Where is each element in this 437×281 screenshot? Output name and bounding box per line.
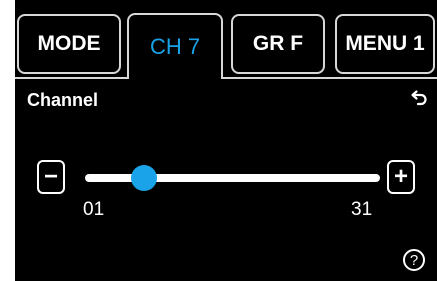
tab-menu[interactable]: MENU 1 xyxy=(335,14,435,74)
tab-group[interactable]: GR F xyxy=(231,14,325,74)
help-button[interactable]: ? xyxy=(403,249,425,271)
tab-mode-label: MODE xyxy=(37,32,101,55)
channel-slider-track[interactable] xyxy=(85,165,380,191)
back-button[interactable] xyxy=(407,87,431,111)
decrement-button[interactable]: − xyxy=(37,160,65,194)
slider-min-label: 01 xyxy=(83,199,105,220)
tab-underline xyxy=(223,77,437,79)
tab-channel[interactable]: CH 7 xyxy=(127,13,223,79)
tab-mode[interactable]: MODE xyxy=(17,14,121,74)
slider-max-label: 31 xyxy=(351,199,373,220)
increment-button[interactable]: + xyxy=(387,160,415,194)
page-title: Channel xyxy=(27,90,99,110)
tab-menu-label: MENU 1 xyxy=(345,32,425,55)
back-arrow-icon xyxy=(411,90,427,106)
tab-underline xyxy=(15,77,127,79)
tab-channel-label: CH 7 xyxy=(149,34,201,59)
device-screen: MODE CH 7 GR F MENU 1 Channel − + 01 31 … xyxy=(15,0,437,281)
channel-slider-thumb[interactable] xyxy=(131,165,157,191)
help-icon: ? xyxy=(409,251,419,269)
tab-group-label: GR F xyxy=(252,32,304,55)
